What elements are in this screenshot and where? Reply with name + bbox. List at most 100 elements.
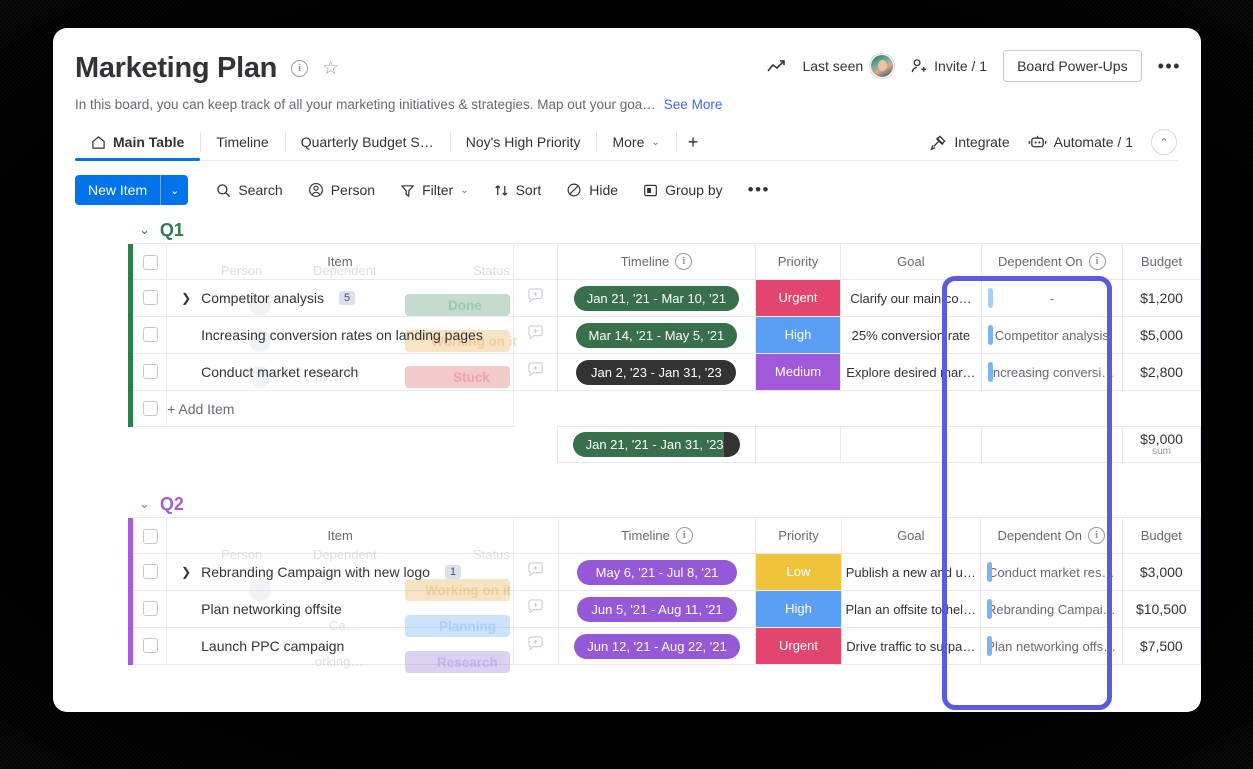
budget-cell[interactable]: $7,500 bbox=[1121, 627, 1201, 665]
dependent-on-cell[interactable]: Conduct market res… bbox=[979, 553, 1123, 591]
expand-subitems-icon[interactable]: ❯ bbox=[181, 565, 191, 579]
collapse-header-button[interactable]: ⌃ bbox=[1151, 129, 1177, 155]
chevron-down-icon[interactable]: ⌄ bbox=[139, 222, 150, 238]
row-checkbox[interactable] bbox=[142, 327, 158, 343]
dependent-on-cell[interactable]: Competitor analysis bbox=[980, 316, 1124, 354]
timeline-cell[interactable]: Mar 14, '21 - May 5, '21 bbox=[557, 316, 756, 354]
column-header-dependent-on[interactable]: Dependent On i bbox=[980, 243, 1124, 280]
add-update-cell[interactable] bbox=[513, 590, 559, 628]
select-all-header[interactable] bbox=[133, 243, 168, 280]
dependent-on-cell[interactable]: Rebranding Campai… bbox=[979, 590, 1123, 628]
goal-cell[interactable]: Explore desired mar… bbox=[840, 353, 982, 391]
filter-button[interactable]: Filter ⌄ bbox=[391, 176, 478, 204]
column-header-timeline[interactable]: Timeline i bbox=[557, 243, 756, 280]
group-by-button[interactable]: Group by bbox=[634, 176, 732, 204]
row-checkbox[interactable] bbox=[142, 601, 158, 617]
item-cell[interactable]: ❯ Rebranding Campaign with new logo 1 bbox=[166, 553, 515, 591]
add-update-cell[interactable] bbox=[512, 279, 559, 317]
hide-button[interactable]: Hide bbox=[557, 176, 627, 204]
timeline-cell[interactable]: Jan 2, '23 - Jan 31, '23 bbox=[557, 353, 756, 391]
column-header-goal[interactable]: Goal bbox=[840, 517, 981, 554]
see-more-link[interactable]: See More bbox=[664, 97, 723, 112]
table-row[interactable]: Increasing conversion rates on landing p… bbox=[128, 316, 1201, 354]
goal-cell[interactable]: Publish a new and u… bbox=[840, 553, 981, 591]
add-item-row[interactable]: + Add Item bbox=[128, 390, 1201, 427]
activity-graph-icon[interactable] bbox=[767, 59, 786, 73]
add-column-header[interactable] bbox=[513, 517, 559, 554]
timeline-cell[interactable]: May 6, '21 - Jul 8, '21 bbox=[557, 553, 757, 591]
timeline-cell[interactable]: Jun 5, '21 - Aug 11, '21 bbox=[557, 590, 757, 628]
info-circle-icon[interactable]: i bbox=[675, 253, 693, 270]
dependent-on-cell[interactable]: Increasing conversi… bbox=[980, 353, 1124, 391]
add-update-cell[interactable] bbox=[513, 627, 559, 665]
add-item-button[interactable]: + Add Item bbox=[166, 390, 514, 427]
new-item-caret-icon[interactable]: ⌄ bbox=[161, 175, 188, 205]
priority-cell[interactable]: High bbox=[755, 590, 842, 628]
row-select-cell[interactable] bbox=[133, 353, 168, 391]
integrate-button[interactable]: Integrate bbox=[930, 134, 1010, 151]
priority-cell[interactable]: Medium bbox=[754, 353, 842, 391]
tab-timeline[interactable]: Timeline bbox=[200, 124, 284, 160]
group-q1-title[interactable]: ⌄ Q1 bbox=[53, 217, 1201, 243]
row-checkbox[interactable] bbox=[142, 290, 158, 306]
budget-cell[interactable]: $5,000 bbox=[1122, 316, 1201, 354]
column-header-goal[interactable]: Goal bbox=[840, 243, 982, 280]
goal-cell[interactable]: Drive traffic to surpa… bbox=[840, 627, 981, 665]
info-circle-icon[interactable]: i bbox=[1088, 253, 1106, 270]
goal-cell[interactable]: Plan an offsite to hel… bbox=[840, 590, 981, 628]
row-select-cell[interactable] bbox=[133, 279, 168, 317]
item-cell[interactable]: Increasing conversion rates on landing p… bbox=[166, 316, 514, 354]
table-row[interactable]: Plan networking offsite Jun 5, '21 - Aug… bbox=[128, 590, 1201, 628]
column-header-item[interactable]: Item bbox=[166, 517, 515, 554]
tab-more[interactable]: More ⌄ bbox=[596, 124, 675, 160]
new-item-button[interactable]: New Item ⌄ bbox=[75, 175, 189, 205]
row-select-cell[interactable] bbox=[133, 590, 168, 628]
person-filter-button[interactable]: Person bbox=[299, 176, 384, 204]
budget-cell[interactable]: $2,800 bbox=[1122, 353, 1201, 391]
star-icon[interactable]: ☆ bbox=[322, 59, 339, 78]
select-all-header[interactable] bbox=[133, 517, 168, 554]
board-more-menu-icon[interactable]: ••• bbox=[1158, 57, 1181, 75]
row-checkbox[interactable] bbox=[142, 364, 158, 380]
select-all-checkbox[interactable] bbox=[142, 254, 158, 270]
select-all-checkbox[interactable] bbox=[142, 528, 158, 544]
avatar[interactable] bbox=[870, 54, 895, 78]
toolbar-overflow-icon[interactable]: ••• bbox=[739, 180, 779, 200]
column-header-budget[interactable]: Budget bbox=[1122, 243, 1201, 280]
add-update-cell[interactable] bbox=[512, 316, 559, 354]
tab-quarterly-budget[interactable]: Quarterly Budget S… bbox=[284, 124, 450, 160]
add-column-header[interactable] bbox=[512, 243, 559, 280]
column-header-budget[interactable]: Budget bbox=[1121, 517, 1201, 554]
table-row[interactable]: ❯ Rebranding Campaign with new logo 1 Ma… bbox=[128, 553, 1201, 591]
goal-cell[interactable]: Clarify our main co… bbox=[840, 279, 982, 317]
timeline-cell[interactable]: Jan 21, '21 - Mar 10, '21 bbox=[557, 279, 756, 317]
column-header-dependent-on[interactable]: Dependent On i bbox=[979, 517, 1123, 554]
item-cell[interactable]: Plan networking offsite bbox=[166, 590, 515, 628]
sort-button[interactable]: Sort bbox=[485, 176, 551, 204]
priority-cell[interactable]: Low bbox=[755, 553, 842, 591]
item-cell[interactable]: Launch PPC campaign bbox=[166, 627, 515, 665]
info-circle-icon[interactable]: i bbox=[1088, 527, 1106, 544]
column-header-timeline[interactable]: Timeline i bbox=[557, 517, 757, 554]
table-row[interactable]: Launch PPC campaign Jun 12, '21 - Aug 22… bbox=[128, 627, 1201, 665]
row-checkbox[interactable] bbox=[142, 638, 158, 654]
row-checkbox[interactable] bbox=[142, 400, 158, 416]
budget-cell[interactable]: $10,500 bbox=[1121, 590, 1201, 628]
item-cell[interactable]: ❯ Competitor analysis 5 bbox=[166, 279, 514, 317]
priority-cell[interactable]: Urgent bbox=[755, 627, 842, 665]
info-circle-icon[interactable]: i bbox=[291, 59, 309, 77]
priority-cell[interactable]: High bbox=[754, 316, 842, 354]
add-view-button[interactable]: + bbox=[675, 124, 711, 160]
search-button[interactable]: Search bbox=[207, 176, 291, 204]
board-power-ups-button[interactable]: Board Power-Ups bbox=[1003, 50, 1142, 82]
table-row[interactable]: Conduct market research Jan 2, '23 - Jan… bbox=[128, 353, 1201, 391]
row-select-cell[interactable] bbox=[133, 627, 168, 665]
goal-cell[interactable]: 25% conversion rate bbox=[840, 316, 982, 354]
automate-button[interactable]: Automate / 1 bbox=[1028, 134, 1133, 150]
row-select-cell[interactable] bbox=[133, 553, 168, 591]
tab-noys-high-priority[interactable]: Noy's High Priority bbox=[449, 124, 597, 160]
row-checkbox[interactable] bbox=[142, 564, 158, 580]
expand-subitems-icon[interactable]: ❯ bbox=[181, 291, 191, 305]
column-header-item[interactable]: Item bbox=[166, 243, 514, 280]
dependent-on-cell[interactable]: Plan networking offs… bbox=[979, 627, 1123, 665]
